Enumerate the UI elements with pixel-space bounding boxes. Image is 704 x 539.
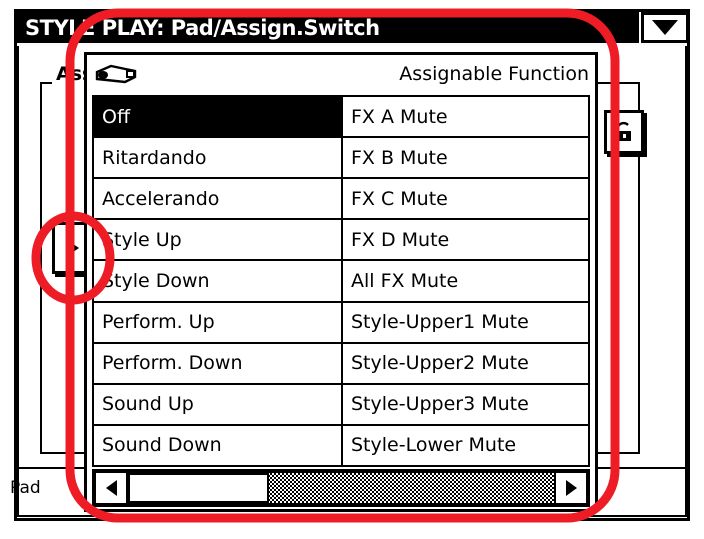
pedal-icon (95, 64, 137, 84)
list-item[interactable]: FX A Mute (343, 97, 588, 139)
function-list-right-column: FX A Mute FX B Mute FX C Mute FX D Mute … (341, 97, 588, 465)
list-item[interactable]: Sound Down (94, 425, 341, 465)
function-list-left-column: Off Ritardando Accelerando Style Up Styl… (94, 97, 341, 465)
list-item[interactable]: Ritardando (94, 138, 341, 180)
page-menu-button[interactable] (641, 12, 689, 43)
list-item[interactable]: FX C Mute (343, 179, 588, 221)
scroll-right-button[interactable] (554, 471, 588, 505)
list-item[interactable]: Style-Upper2 Mute (343, 343, 588, 385)
horizontal-scrollbar[interactable] (92, 469, 590, 507)
list-item[interactable]: Accelerando (94, 179, 341, 221)
function-list: Off Ritardando Accelerando Style Up Styl… (92, 95, 590, 467)
lock-button[interactable] (604, 110, 644, 154)
scrollbar-thumb[interactable] (128, 473, 269, 503)
window-titlebar: STYLE PLAY: Pad/Assign.Switch (17, 12, 639, 43)
page-title: STYLE PLAY: Pad/Assign.Switch (25, 15, 380, 40)
list-item[interactable]: Style Up (94, 220, 341, 262)
list-item[interactable]: Perform. Up (94, 302, 341, 344)
screenshot-root: Ass Pad Assignable Function Off Ritardan… (0, 0, 704, 539)
lock-icon (616, 121, 631, 141)
triangle-right-icon (565, 480, 577, 496)
list-item[interactable]: All FX Mute (343, 261, 588, 303)
triangle-right-icon (65, 239, 79, 257)
list-item[interactable]: Style Down (94, 261, 341, 303)
assignable-function-popup: Assignable Function Off Ritardando Accel… (84, 52, 598, 512)
list-item[interactable]: Off (94, 97, 341, 139)
list-item[interactable]: Style-Upper3 Mute (343, 384, 588, 426)
popup-header: Assignable Function (87, 55, 595, 93)
scroll-left-button[interactable] (94, 471, 128, 505)
list-item[interactable]: FX B Mute (343, 138, 588, 180)
list-item[interactable]: Perform. Down (94, 343, 341, 385)
list-item[interactable]: Style-Lower Mute (343, 425, 588, 465)
scrollbar-track[interactable] (128, 471, 554, 505)
triangle-left-icon (105, 480, 117, 496)
list-item[interactable]: FX D Mute (343, 220, 588, 262)
list-item[interactable]: Style-Upper1 Mute (343, 302, 588, 344)
popup-title: Assignable Function (399, 63, 589, 85)
triangle-down-icon (652, 20, 678, 35)
tab-pad[interactable]: Pad (10, 478, 41, 498)
list-item[interactable]: Sound Up (94, 384, 341, 426)
